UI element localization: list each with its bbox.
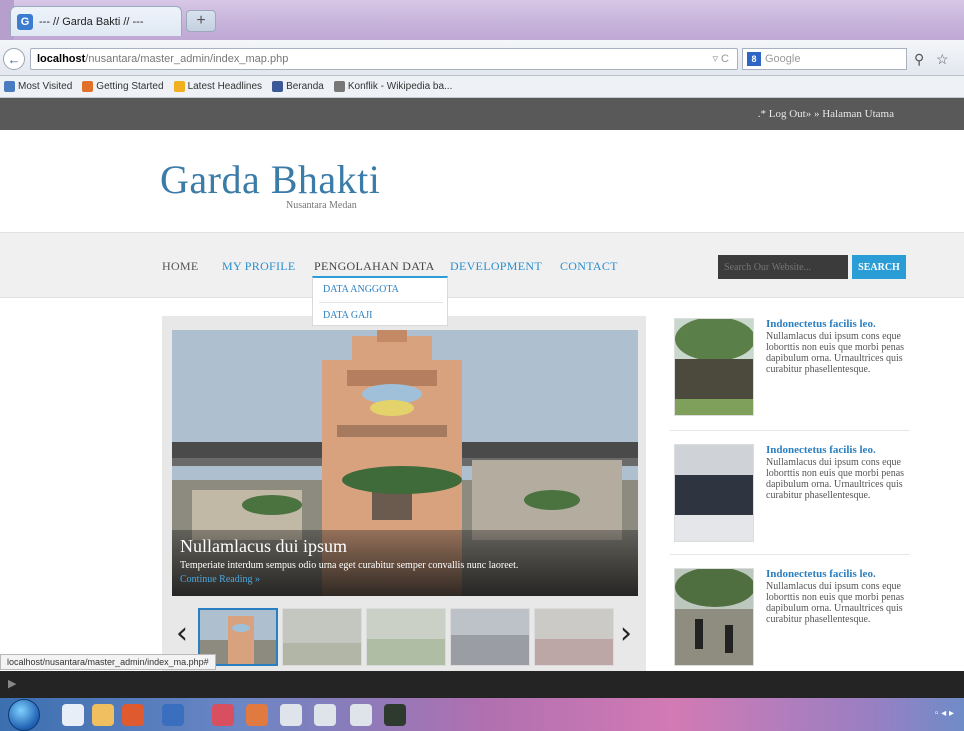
taskbar-ie-icon[interactable] bbox=[62, 704, 84, 726]
status-url: localhost/nusantara/master_admin/index_m… bbox=[0, 654, 216, 670]
back-button[interactable]: ← bbox=[3, 48, 25, 70]
browser-search-input[interactable]: 8 Google bbox=[742, 48, 907, 70]
news-photo bbox=[675, 445, 753, 541]
news-item[interactable]: Indonectetus facilis leo. Nullamlacus du… bbox=[670, 564, 910, 676]
url-path: /nusantara/master_admin/index_map.php bbox=[85, 53, 289, 65]
bookmark-icon bbox=[4, 81, 15, 92]
browser-titlebar: G --- // Garda Bakti // --- + bbox=[0, 0, 964, 40]
thumbnail-image bbox=[535, 609, 613, 665]
browser-tab[interactable]: G --- // Garda Bakti // --- bbox=[10, 6, 182, 36]
news-item[interactable]: Indonectetus facilis leo. Nullamlacus du… bbox=[670, 314, 910, 426]
news-photo bbox=[675, 319, 753, 415]
start-button[interactable] bbox=[8, 699, 40, 731]
menu-contact[interactable]: CONTACT bbox=[560, 259, 618, 274]
taskbar-app-icon[interactable] bbox=[350, 704, 372, 726]
news-item[interactable]: Indonectetus facilis leo. Nullamlacus du… bbox=[670, 440, 910, 552]
browser-search-placeholder: Google bbox=[765, 53, 801, 65]
wikipedia-icon bbox=[333, 81, 345, 92]
slide-caption-title: Nullamlacus dui ipsum bbox=[180, 536, 347, 556]
image-slider: Nullamlacus dui ipsum Temperiate interdu… bbox=[162, 316, 646, 678]
taskbar-firefox-icon[interactable] bbox=[122, 704, 144, 726]
windows-taskbar: ▫ ◂ ▸ bbox=[0, 698, 964, 731]
address-bar[interactable]: localhost /nusantara/master_admin/index_… bbox=[30, 48, 738, 70]
bottom-band: ▶ bbox=[0, 671, 964, 698]
news-body: Nullamlacus dui ipsum cons eque lobortti… bbox=[766, 331, 905, 375]
browser-navbar: ← localhost /nusantara/master_admin/inde… bbox=[0, 40, 964, 76]
search-icon[interactable]: ⚲ bbox=[914, 51, 924, 68]
news-photo bbox=[675, 569, 753, 665]
search-engine-icon[interactable]: 8 bbox=[747, 52, 761, 66]
taskbar-app-icon[interactable] bbox=[162, 704, 184, 726]
taskbar-app-icon[interactable] bbox=[246, 704, 268, 726]
dropdown-item-data-gaji[interactable]: DATA GAJI bbox=[323, 310, 372, 321]
bookmark-beranda[interactable]: Beranda bbox=[272, 81, 324, 92]
bookmark-star-icon[interactable]: ☆ bbox=[936, 51, 949, 68]
bookmark-most-visited[interactable]: Most Visited bbox=[4, 81, 72, 92]
pengolahan-data-dropdown: DATA ANGGOTA DATA GAJI bbox=[312, 276, 448, 326]
continue-reading-link[interactable]: Continue Reading » bbox=[180, 574, 260, 585]
bookmark-latest-headlines[interactable]: Latest Headlines bbox=[173, 81, 263, 92]
dropdown-divider bbox=[319, 302, 443, 303]
menu-my-profile[interactable]: MY PROFILE bbox=[222, 259, 296, 274]
reload-icon[interactable]: ▿ C bbox=[712, 52, 729, 65]
rss-icon bbox=[173, 81, 185, 92]
menu-home[interactable]: HOME bbox=[162, 259, 199, 274]
taskbar-app-icon[interactable] bbox=[384, 704, 406, 726]
site-tagline: Nusantara Medan bbox=[286, 200, 357, 211]
bookmark-getting-started[interactable]: Getting Started bbox=[82, 81, 164, 92]
news-divider bbox=[670, 430, 910, 431]
news-title[interactable]: Indonectetus facilis leo. bbox=[766, 318, 876, 330]
bookmark-wikipedia[interactable]: Konflik - Wikipedia ba... bbox=[333, 81, 453, 92]
thumbnail-image bbox=[367, 609, 445, 665]
slider-prev-arrow[interactable]: ‹ bbox=[176, 616, 188, 651]
bookmark-label: Beranda bbox=[286, 81, 324, 92]
news-body: Nullamlacus dui ipsum cons eque lobortti… bbox=[766, 457, 905, 501]
tab-favicon-icon: G bbox=[17, 13, 33, 30]
slider-thumbnail[interactable] bbox=[534, 608, 614, 666]
thumbnail-image bbox=[283, 609, 361, 665]
new-tab-button[interactable]: + bbox=[186, 10, 216, 32]
taskbar-app-icon[interactable] bbox=[212, 704, 234, 726]
bookmark-label: Most Visited bbox=[18, 81, 73, 92]
news-title[interactable]: Indonectetus facilis leo. bbox=[766, 444, 876, 456]
logout-link[interactable]: .* Log Out» » Halaman Utama bbox=[758, 108, 894, 120]
menu-development[interactable]: DEVELOPMENT bbox=[450, 259, 542, 274]
slider-next-arrow[interactable]: › bbox=[620, 616, 632, 651]
slider-thumbnail[interactable] bbox=[450, 608, 530, 666]
slide-caption-text: Temperiate interdum sempus odio urna ege… bbox=[180, 560, 519, 571]
news-thumbnail[interactable] bbox=[674, 444, 754, 542]
taskbar-app-icon[interactable] bbox=[280, 704, 302, 726]
url-host: localhost bbox=[37, 53, 86, 65]
taskbar-explorer-icon[interactable] bbox=[92, 704, 114, 726]
facebook-icon bbox=[272, 81, 284, 92]
bookmark-icon bbox=[82, 81, 94, 92]
taskbar-app-icon[interactable] bbox=[314, 704, 336, 726]
bookmark-label: Getting Started bbox=[96, 81, 164, 92]
news-body: Nullamlacus dui ipsum cons eque lobortti… bbox=[766, 581, 905, 625]
news-divider bbox=[670, 554, 910, 555]
site-topbar: .* Log Out» » Halaman Utama bbox=[0, 98, 964, 130]
menu-pengolahan-data[interactable]: PENGOLAHAN DATA bbox=[314, 259, 435, 274]
play-arrow-icon: ▶ bbox=[8, 678, 17, 690]
thumbnail-image bbox=[451, 609, 529, 665]
main-menu: HOME MY PROFILE PENGOLAHAN DATA DEVELOPM… bbox=[0, 232, 964, 298]
site-search-input[interactable] bbox=[718, 255, 848, 279]
bookmark-label: Latest Headlines bbox=[187, 81, 263, 92]
news-title[interactable]: Indonectetus facilis leo. bbox=[766, 568, 876, 580]
slider-thumbnail[interactable] bbox=[366, 608, 446, 666]
news-thumbnail[interactable] bbox=[674, 318, 754, 416]
bookmark-label: Konflik - Wikipedia ba... bbox=[347, 81, 453, 92]
bookmarks-toolbar: Most Visited Getting Started Latest Head… bbox=[0, 76, 964, 98]
site-search-button[interactable]: SEARCH bbox=[852, 255, 906, 279]
dropdown-item-data-anggota[interactable]: DATA ANGGOTA bbox=[323, 284, 399, 295]
site-logo-title[interactable]: Garda Bhakti bbox=[160, 156, 380, 203]
system-tray[interactable]: ▫ ◂ ▸ bbox=[935, 708, 954, 719]
slider-thumbnail[interactable] bbox=[282, 608, 362, 666]
site-header: Garda Bhakti Nusantara Medan bbox=[0, 130, 964, 230]
news-thumbnail[interactable] bbox=[674, 568, 754, 666]
tab-title: --- // Garda Bakti // --- bbox=[39, 15, 144, 28]
